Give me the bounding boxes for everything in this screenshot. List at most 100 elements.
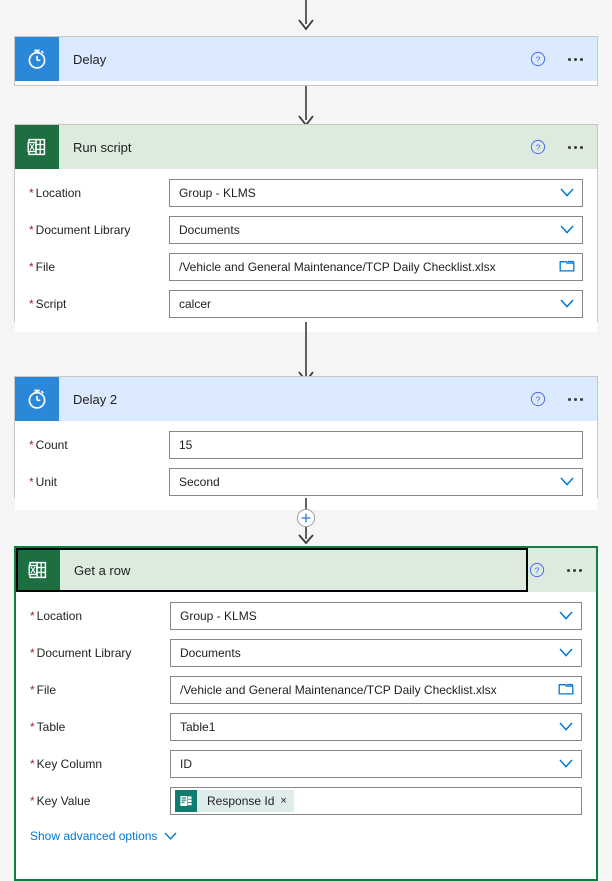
- field-row-location: * Location Group - KLMS: [30, 602, 582, 630]
- required-asterisk: *: [29, 260, 34, 274]
- close-icon[interactable]: ×: [280, 795, 293, 807]
- token-label: Response Id: [207, 794, 275, 808]
- field-label-unit: * Unit: [29, 475, 58, 489]
- document-library-value: Documents: [180, 646, 241, 660]
- show-advanced-options-link[interactable]: Show advanced options: [30, 829, 177, 843]
- ellipsis-icon[interactable]: [566, 392, 585, 407]
- connector-top: [0, 0, 612, 32]
- svg-text:?: ?: [535, 565, 540, 575]
- chevron-down-icon[interactable]: [559, 646, 573, 660]
- folder-picker-icon[interactable]: [559, 259, 575, 276]
- field-row-file: * File /Vehicle and General Maintenance/T…: [30, 676, 582, 704]
- required-asterisk: *: [29, 438, 34, 452]
- svg-text:?: ?: [536, 394, 541, 404]
- step-body-delay-2: * Count 15 * Unit Second: [15, 421, 597, 510]
- count-value: 15: [179, 438, 193, 452]
- field-row-count: * Count 15: [29, 431, 583, 459]
- help-circle-icon[interactable]: ?: [528, 389, 548, 409]
- step-title-run-script: Run script: [73, 139, 132, 155]
- location-dropdown[interactable]: Group - KLMS: [170, 602, 582, 630]
- step-card-delay[interactable]: Delay ?: [14, 36, 598, 86]
- step-title-get-a-row: Get a row: [74, 562, 131, 578]
- step-actions-delay-2: ?: [528, 389, 597, 409]
- field-row-document-library: * Document Library Documents: [29, 216, 583, 244]
- microsoft-forms-icon: [175, 790, 197, 812]
- field-label-key-value: * Key Value: [30, 794, 91, 808]
- stopwatch-icon: [15, 377, 59, 421]
- required-asterisk: *: [29, 223, 34, 237]
- file-input[interactable]: /Vehicle and General Maintenance/TCP Dai…: [170, 676, 582, 704]
- field-row-key-column: * Key Column ID: [30, 750, 582, 778]
- step-header-delay-2[interactable]: Delay 2 ?: [15, 377, 597, 421]
- ellipsis-icon[interactable]: [565, 563, 584, 578]
- unit-dropdown[interactable]: Second: [169, 468, 583, 496]
- step-actions-delay: ?: [528, 49, 597, 69]
- chevron-down-icon[interactable]: [559, 757, 573, 771]
- step-title-delay: Delay: [73, 51, 107, 67]
- field-label-document-library: * Document Library: [29, 223, 131, 237]
- ellipsis-icon[interactable]: [566, 52, 585, 67]
- step-header-get-a-row[interactable]: X Get a row ?: [16, 548, 596, 592]
- document-library-dropdown[interactable]: Documents: [169, 216, 583, 244]
- required-asterisk: *: [30, 683, 35, 697]
- table-dropdown[interactable]: Table1: [170, 713, 582, 741]
- location-dropdown[interactable]: Group - KLMS: [169, 179, 583, 207]
- required-asterisk: *: [30, 646, 35, 660]
- step-header-delay[interactable]: Delay ?: [15, 37, 597, 81]
- help-circle-icon[interactable]: ?: [527, 560, 547, 580]
- chevron-down-icon[interactable]: [559, 720, 573, 734]
- step-card-get-a-row[interactable]: X Get a row ? * Location Group - KLMS * …: [14, 546, 598, 881]
- field-label-table: * Table: [30, 720, 66, 734]
- dynamic-content-token[interactable]: Response Id ×: [175, 790, 294, 812]
- stopwatch-icon: [15, 37, 59, 81]
- field-row-script: * Script calcer: [29, 290, 583, 318]
- help-circle-icon[interactable]: ?: [528, 49, 548, 69]
- svg-text:?: ?: [536, 54, 541, 64]
- chevron-down-icon[interactable]: [560, 223, 574, 237]
- script-dropdown[interactable]: calcer: [169, 290, 583, 318]
- file-input[interactable]: /Vehicle and General Maintenance/TCP Dai…: [169, 253, 583, 281]
- field-label-document-library: * Document Library: [30, 646, 132, 660]
- required-asterisk: *: [30, 757, 35, 771]
- arrow-down-icon: [298, 0, 314, 31]
- step-header-run-script[interactable]: X Run script ?: [15, 125, 597, 169]
- file-value: /Vehicle and General Maintenance/TCP Dai…: [180, 683, 497, 697]
- folder-picker-icon[interactable]: [558, 682, 574, 699]
- key-column-dropdown[interactable]: ID: [170, 750, 582, 778]
- field-label-script: * Script: [29, 297, 67, 311]
- field-label-file: * File: [30, 683, 57, 697]
- svg-text:X: X: [29, 143, 35, 152]
- document-library-dropdown[interactable]: Documents: [170, 639, 582, 667]
- document-library-value: Documents: [179, 223, 240, 237]
- step-card-run-script[interactable]: X Run script ? * Location Group - KLMS *…: [14, 124, 598, 332]
- chevron-down-icon[interactable]: [560, 186, 574, 200]
- chevron-down-icon[interactable]: [559, 609, 573, 623]
- field-label-location: * Location: [29, 186, 82, 200]
- file-value: /Vehicle and General Maintenance/TCP Dai…: [179, 260, 496, 274]
- ellipsis-icon[interactable]: [566, 140, 585, 155]
- chevron-down-icon[interactable]: [560, 297, 574, 311]
- field-label-file: * File: [29, 260, 56, 274]
- arrow-down-icon: [298, 86, 314, 127]
- field-row-document-library: * Document Library Documents: [30, 639, 582, 667]
- required-asterisk: *: [29, 475, 34, 489]
- required-asterisk: *: [30, 609, 35, 623]
- field-row-table: * Table Table1: [30, 713, 582, 741]
- key-value-input[interactable]: Response Id ×: [170, 787, 582, 815]
- required-asterisk: *: [30, 794, 35, 808]
- chevron-down-icon[interactable]: [560, 475, 574, 489]
- svg-text:X: X: [30, 566, 36, 575]
- step-actions-get-a-row: ?: [527, 560, 596, 580]
- connector-delay-to-run-script: [0, 86, 612, 128]
- unit-value: Second: [179, 475, 220, 489]
- field-row-unit: * Unit Second: [29, 468, 583, 496]
- step-card-delay-2[interactable]: Delay 2 ? * Count 15 * Unit Second: [14, 376, 598, 510]
- help-circle-icon[interactable]: ?: [528, 137, 548, 157]
- step-body-get-a-row: * Location Group - KLMS * Document Library…: [16, 592, 596, 857]
- count-input[interactable]: 15: [169, 431, 583, 459]
- location-value: Group - KLMS: [179, 186, 256, 200]
- excel-icon: X: [15, 125, 59, 169]
- step-actions-run-script: ?: [528, 137, 597, 157]
- flow-designer-canvas: Delay ? X Run script ? * Location Group …: [0, 0, 612, 881]
- field-row-file: * File /Vehicle and General Maintenance/T…: [29, 253, 583, 281]
